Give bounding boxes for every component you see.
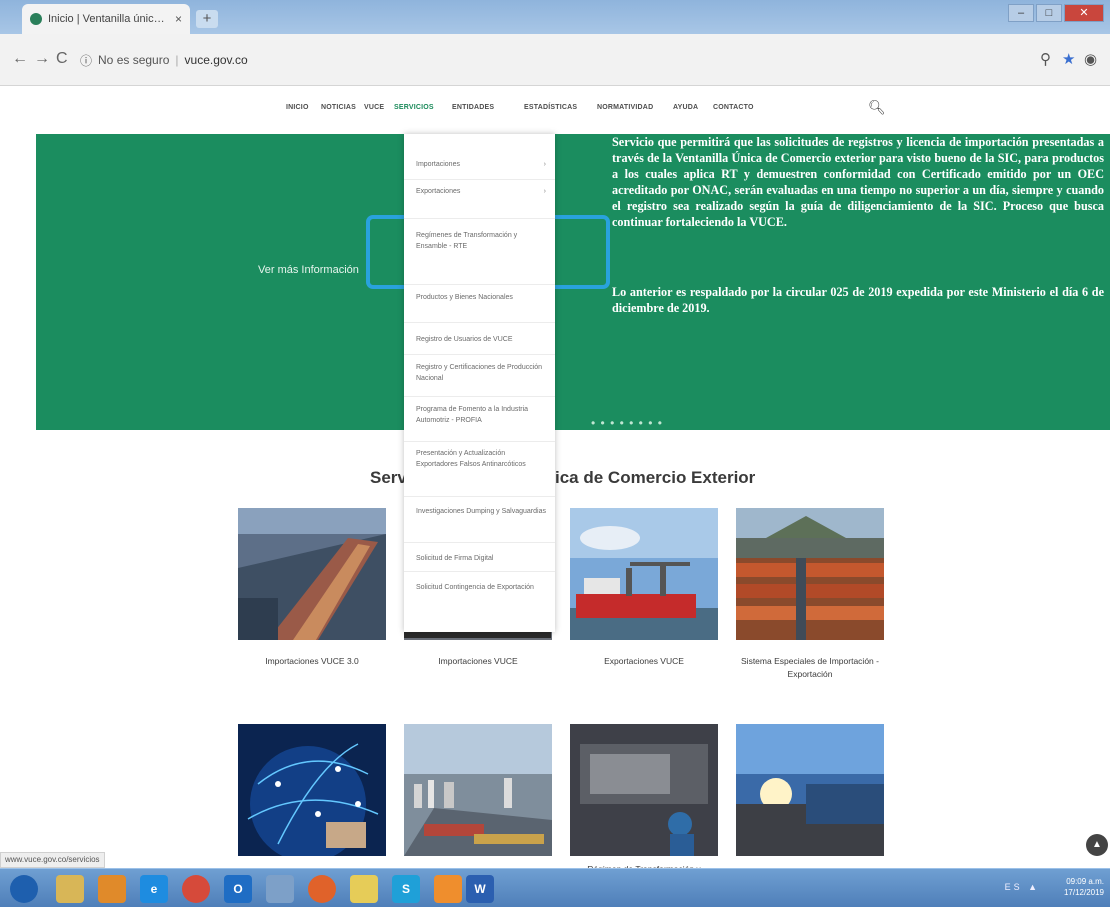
- nav-item-noticias[interactable]: NOTICIAS: [321, 104, 356, 111]
- paint-icon[interactable]: [434, 875, 462, 903]
- card-label[interactable]: Sistema Especiales de Importación - Expo…: [736, 655, 884, 681]
- site-favicon-icon: [30, 13, 42, 25]
- card-image-ship[interactable]: [570, 508, 718, 640]
- new-tab-button[interactable]: +: [196, 10, 218, 28]
- file-explorer-icon[interactable]: [56, 875, 84, 903]
- outlook-icon[interactable]: O: [224, 875, 252, 903]
- start-button-icon[interactable]: [10, 875, 38, 903]
- dropdown-item-importaciones[interactable]: Importaciones ›: [416, 159, 546, 170]
- dropdown-divider: [404, 396, 555, 397]
- back-button[interactable]: ←: [12, 50, 28, 68]
- nav-item-inicio[interactable]: INICIO: [286, 104, 309, 111]
- card-image-sunset-containers[interactable]: [736, 724, 884, 856]
- hero-paragraph-2: Lo anterior es respaldado por la circula…: [612, 285, 1104, 315]
- notes-icon[interactable]: [350, 875, 378, 903]
- card-label[interactable]: Importaciones VUCE 3.0: [238, 655, 386, 668]
- browser-status-bar: www.vuce.gov.co/servicios: [0, 852, 105, 868]
- services-title-right: ica de Comercio Exterior: [555, 468, 756, 487]
- profile-icon[interactable]: ◉: [1084, 50, 1097, 68]
- url-text: vuce.gov.co: [184, 53, 248, 67]
- windows-taskbar: e O S W ES ▲ 09:09 a.m. 17/12/2019: [0, 868, 1110, 907]
- dropdown-item-firma-digital[interactable]: Solicitud de Firma Digital: [416, 553, 546, 564]
- card-image-container-yard[interactable]: [736, 508, 884, 640]
- internet-explorer-icon[interactable]: e: [140, 875, 168, 903]
- address-bar[interactable]: ⓘ No es seguro | vuce.gov.co: [80, 47, 1040, 73]
- bookmark-star-icon[interactable]: ★: [1062, 50, 1075, 68]
- dropdown-item-profia[interactable]: Programa de Fomento a la Industria Autom…: [416, 404, 546, 426]
- tab-close-icon[interactable]: ×: [175, 12, 182, 26]
- dropdown-divider: [404, 218, 555, 219]
- dropdown-item-contingencia[interactable]: Solicitud Contingencia de Exportación: [416, 582, 546, 593]
- browser-tabstrip: Inicio | Ventanilla única de com × + – □…: [0, 0, 1110, 34]
- dropdown-divider: [404, 284, 555, 285]
- zoom-icon[interactable]: ⚲: [1040, 50, 1051, 68]
- hero-paragraph: Servicio que permitirá que las solicitud…: [612, 135, 1104, 229]
- dropdown-divider: [404, 542, 555, 543]
- card-image-global-network[interactable]: [238, 724, 386, 856]
- firefox-icon[interactable]: [308, 875, 336, 903]
- tab-title: Inicio | Ventanilla única de com: [48, 13, 169, 25]
- more-info-link[interactable]: Ver más Información: [258, 264, 359, 276]
- dropdown-divider: [404, 441, 555, 442]
- system-tray[interactable]: ES ▲: [1005, 882, 1040, 892]
- card-label[interactable]: Importaciones VUCE: [404, 655, 552, 668]
- nav-item-vuce[interactable]: VUCE: [364, 104, 384, 111]
- dropdown-shadow-bar: [404, 632, 551, 638]
- reload-button[interactable]: C: [56, 50, 68, 68]
- dropdown-divider: [404, 354, 555, 355]
- services-title-left: Serv: [370, 468, 407, 487]
- nav-item-contacto[interactable]: CONTACTO: [713, 104, 754, 111]
- media-player-icon[interactable]: [98, 875, 126, 903]
- people-icon[interactable]: [266, 875, 294, 903]
- nav-item-entidades[interactable]: ENTIDADES: [452, 104, 494, 111]
- browser-toolbar: ← → C ⓘ No es seguro | vuce.gov.co ⚲ ★ ◉: [0, 34, 1110, 86]
- site-navigation: INICIO NOTICIAS VUCE SERVICIOS ENTIDADES…: [0, 86, 1110, 134]
- nav-item-estadisticas[interactable]: ESTADÍSTICAS: [524, 104, 577, 111]
- card-image-factory[interactable]: [570, 724, 718, 856]
- dropdown-item-registro-produccion[interactable]: Registro y Certificaciones de Producción…: [416, 362, 546, 384]
- dropdown-item-productos-bienes[interactable]: Productos y Bienes Nacionales: [416, 292, 546, 303]
- card-image-harbor-city[interactable]: [404, 724, 552, 856]
- dropdown-divider: [404, 571, 555, 572]
- nav-item-servicios[interactable]: SERVICIOS: [394, 104, 434, 111]
- dropdown-divider: [404, 179, 555, 180]
- word-icon[interactable]: W: [466, 875, 494, 903]
- dropdown-item-rte[interactable]: Regímenes de Transformación y Ensamble -…: [416, 230, 546, 252]
- card-label[interactable]: Exportaciones VUCE: [570, 655, 718, 668]
- nav-item-ayuda[interactable]: AYUDA: [673, 104, 698, 111]
- services-dropdown-menu: Importaciones › Exportaciones › Regímenes …: [404, 134, 555, 632]
- dropdown-item-label: Exportaciones: [416, 188, 461, 195]
- dropdown-divider: [404, 496, 555, 497]
- info-icon[interactable]: ⓘ: [80, 52, 92, 69]
- address-separator: |: [175, 53, 179, 67]
- security-label: No es seguro: [98, 53, 170, 67]
- dropdown-item-exportaciones[interactable]: Exportaciones ›: [416, 186, 546, 197]
- forward-button[interactable]: →: [34, 50, 50, 68]
- card-image-port-aerial[interactable]: [238, 508, 386, 640]
- dropdown-item-dumping[interactable]: Investigaciones Dumping y Salvaguardias: [416, 506, 546, 517]
- chevron-right-icon: ›: [543, 161, 546, 168]
- clock-time: 09:09 a.m.: [1066, 877, 1104, 886]
- scroll-top-button[interactable]: ▲: [1086, 834, 1108, 856]
- dropdown-item-registro-usuarios[interactable]: Registro de Usuarios de VUCE: [416, 334, 546, 345]
- window-close-icon[interactable]: ✕: [1064, 4, 1104, 22]
- clock-date: 17/12/2019: [1063, 888, 1104, 897]
- dropdown-item-label: Importaciones: [416, 161, 460, 168]
- window-controls: – □ ✕: [1008, 4, 1104, 22]
- chrome-icon[interactable]: [182, 875, 210, 903]
- dropdown-divider: [404, 322, 555, 323]
- skype-icon[interactable]: S: [392, 875, 420, 903]
- chevron-right-icon: ›: [543, 188, 546, 195]
- taskbar-clock[interactable]: 09:09 a.m. 17/12/2019: [1064, 876, 1104, 898]
- nav-item-normatividad[interactable]: NORMATIVIDAD: [597, 104, 653, 111]
- browser-tab[interactable]: Inicio | Ventanilla única de com ×: [22, 4, 190, 34]
- minimize-icon[interactable]: –: [1008, 4, 1034, 22]
- search-icon[interactable]: 🔍︎: [868, 99, 886, 116]
- carousel-dots[interactable]: • • • • • • • •: [591, 416, 663, 430]
- dropdown-item-exportadores-falsos[interactable]: Presentación y Actualización Exportadore…: [416, 448, 546, 470]
- maximize-icon[interactable]: □: [1036, 4, 1062, 22]
